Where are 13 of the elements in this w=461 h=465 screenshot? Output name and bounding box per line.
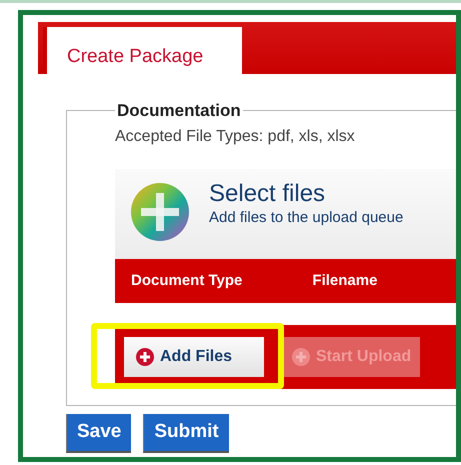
form-button[interactable]: Save (66, 414, 132, 452)
action-button[interactable]: Add Files (124, 337, 264, 377)
panel-subtitle: Add files to the upload queue (209, 208, 404, 228)
form-button[interactable]: Submit (143, 414, 229, 452)
panel-title: Select files (209, 181, 326, 208)
add-icon (129, 181, 191, 243)
column-header: Document Type (131, 270, 242, 291)
file-types-note: Accepted File Types: pdf, xls, xlsx (115, 127, 356, 147)
plus-circle-icon (292, 348, 310, 366)
plus-circle-icon (136, 348, 154, 366)
section-legend: Documentation (115, 102, 243, 119)
column-header: Filename (312, 270, 378, 291)
tab[interactable]: Create Package (43, 27, 242, 74)
